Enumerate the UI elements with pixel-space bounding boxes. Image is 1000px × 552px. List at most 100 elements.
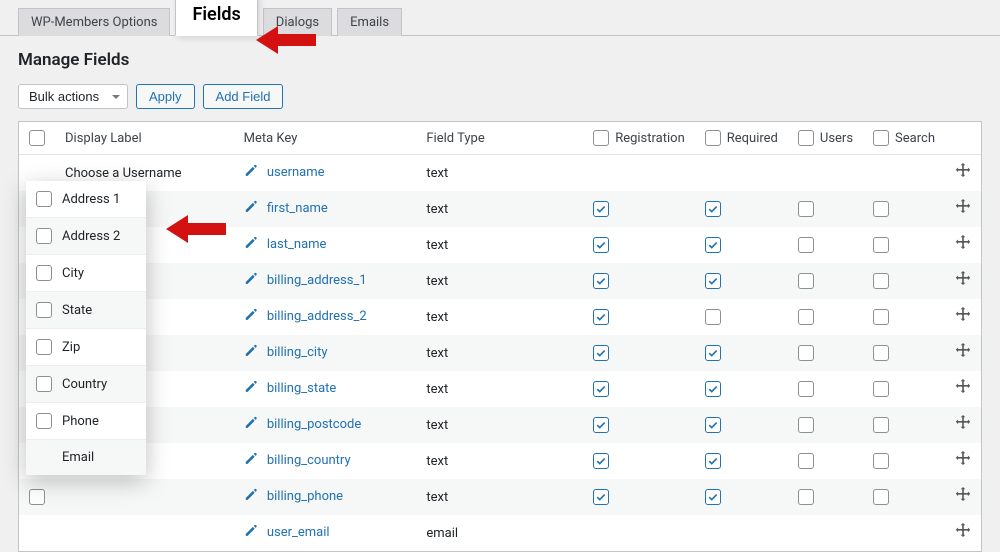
search-checkbox[interactable] [873, 489, 889, 505]
table-row: billing_phone text [19, 479, 981, 515]
drag-handle-icon[interactable] [955, 456, 971, 471]
search-checkbox[interactable] [873, 417, 889, 433]
select-all-checkbox[interactable] [29, 130, 45, 146]
pencil-icon[interactable] [244, 416, 258, 434]
required-checkbox[interactable] [705, 381, 721, 397]
users-checkbox[interactable] [798, 309, 814, 325]
meta-key-link[interactable]: billing_address_2 [267, 309, 367, 324]
registration-checkbox[interactable] [593, 381, 609, 397]
pencil-icon[interactable] [244, 308, 258, 326]
pencil-icon[interactable] [244, 452, 258, 470]
search-checkbox[interactable] [873, 237, 889, 253]
meta-key-link[interactable]: billing_state [267, 381, 336, 396]
search-checkbox[interactable] [873, 453, 889, 469]
col-header-label[interactable]: Display Label [55, 122, 234, 155]
meta-key-link[interactable]: billing_postcode [267, 417, 361, 432]
header-users-checkbox[interactable] [798, 130, 814, 146]
registration-checkbox[interactable] [593, 453, 609, 469]
pencil-icon[interactable] [244, 344, 258, 362]
users-checkbox[interactable] [798, 273, 814, 289]
row-checkbox[interactable] [29, 489, 45, 505]
users-checkbox[interactable] [798, 453, 814, 469]
registration-checkbox[interactable] [593, 417, 609, 433]
add-field-button[interactable]: Add Field [203, 84, 284, 109]
required-checkbox[interactable] [705, 489, 721, 505]
meta-key-link[interactable]: billing_phone [267, 489, 343, 504]
pencil-icon[interactable] [244, 488, 258, 506]
overlay-checkbox[interactable] [36, 376, 52, 392]
meta-key-link[interactable]: last_name [267, 237, 327, 252]
tab-options[interactable]: WP-Members Options [18, 8, 170, 36]
drag-overlay-item[interactable]: Email [26, 440, 146, 475]
meta-key-link[interactable]: billing_address_1 [267, 273, 367, 288]
required-checkbox[interactable] [705, 453, 721, 469]
bulk-actions-select[interactable]: Bulk actions [18, 84, 128, 109]
meta-key-link[interactable]: billing_city [267, 345, 328, 360]
drag-overlay-item[interactable]: City [26, 255, 146, 292]
drag-handle-icon[interactable] [955, 240, 971, 255]
drag-handle-icon[interactable] [955, 528, 971, 543]
required-checkbox[interactable] [705, 309, 721, 325]
registration-checkbox[interactable] [593, 345, 609, 361]
users-checkbox[interactable] [798, 489, 814, 505]
pencil-icon[interactable] [244, 524, 258, 542]
header-reg-checkbox[interactable] [593, 130, 609, 146]
search-checkbox[interactable] [873, 201, 889, 217]
drag-overlay-item[interactable]: Address 1 [26, 181, 146, 218]
overlay-checkbox[interactable] [36, 191, 52, 207]
meta-key-link[interactable]: first_name [267, 201, 328, 216]
overlay-checkbox[interactable] [36, 265, 52, 281]
required-checkbox[interactable] [705, 417, 721, 433]
overlay-checkbox[interactable] [36, 228, 52, 244]
drag-handle-icon[interactable] [955, 276, 971, 291]
required-checkbox[interactable] [705, 345, 721, 361]
registration-checkbox[interactable] [593, 237, 609, 253]
registration-checkbox[interactable] [593, 309, 609, 325]
overlay-checkbox[interactable] [36, 339, 52, 355]
users-checkbox[interactable] [798, 417, 814, 433]
apply-button[interactable]: Apply [136, 84, 195, 109]
required-checkbox[interactable] [705, 201, 721, 217]
required-checkbox[interactable] [705, 273, 721, 289]
pencil-icon[interactable] [244, 200, 258, 218]
search-checkbox[interactable] [873, 381, 889, 397]
pencil-icon[interactable] [244, 380, 258, 398]
users-checkbox[interactable] [798, 381, 814, 397]
drag-handle-icon[interactable] [955, 168, 971, 183]
drag-overlay-item[interactable]: Country [26, 366, 146, 403]
drag-handle-icon[interactable] [955, 384, 971, 399]
registration-checkbox[interactable] [593, 273, 609, 289]
drag-overlay-item[interactable]: Zip [26, 329, 146, 366]
drag-handle-icon[interactable] [955, 492, 971, 507]
drag-handle-icon[interactable] [955, 204, 971, 219]
header-req-checkbox[interactable] [705, 130, 721, 146]
header-search-checkbox[interactable] [873, 130, 889, 146]
drag-overlay-item[interactable]: Phone [26, 403, 146, 440]
search-checkbox[interactable] [873, 345, 889, 361]
search-checkbox[interactable] [873, 309, 889, 325]
search-checkbox[interactable] [873, 273, 889, 289]
col-header-type[interactable]: Field Type [416, 122, 583, 155]
overlay-checkbox[interactable] [36, 302, 52, 318]
tab-fields[interactable]: Fields [175, 0, 257, 36]
pencil-icon[interactable] [244, 272, 258, 290]
meta-key-link[interactable]: username [267, 165, 325, 180]
overlay-checkbox[interactable] [36, 413, 52, 429]
users-checkbox[interactable] [798, 345, 814, 361]
col-header-meta[interactable]: Meta Key [234, 122, 417, 155]
registration-checkbox[interactable] [593, 489, 609, 505]
meta-key-link[interactable]: user_email [267, 525, 330, 540]
users-checkbox[interactable] [798, 237, 814, 253]
pencil-icon[interactable] [244, 164, 258, 182]
drag-handle-icon[interactable] [955, 348, 971, 363]
users-checkbox[interactable] [798, 201, 814, 217]
required-checkbox[interactable] [705, 237, 721, 253]
tab-emails[interactable]: Emails [337, 8, 402, 36]
pencil-icon[interactable] [244, 236, 258, 254]
drag-handle-icon[interactable] [955, 312, 971, 327]
drag-overlay-item[interactable]: Address 2 [26, 218, 146, 255]
meta-key-link[interactable]: billing_country [267, 453, 351, 468]
registration-checkbox[interactable] [593, 201, 609, 217]
drag-overlay-item[interactable]: State [26, 292, 146, 329]
drag-handle-icon[interactable] [955, 420, 971, 435]
